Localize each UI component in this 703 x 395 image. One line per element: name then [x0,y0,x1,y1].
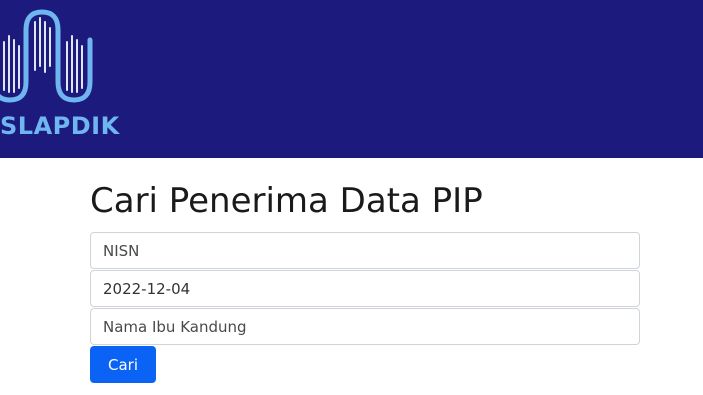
nisn-input[interactable] [90,232,640,269]
search-form-section: Cari Penerima Data PIP Cari [90,176,640,383]
page: SLAPDIK Cari Penerima Data PIP Cari [0,0,703,395]
site-header: SLAPDIK [0,0,703,158]
search-form: Cari [90,232,640,383]
date-input[interactable] [90,270,640,307]
mother-name-input[interactable] [90,308,640,345]
logo-text: SLAPDIK [0,112,120,140]
logo-wave-icon [0,9,93,103]
search-button[interactable]: Cari [90,346,156,383]
page-title: Cari Penerima Data PIP [90,181,483,221]
slapdik-logo[interactable]: SLAPDIK [0,0,120,150]
